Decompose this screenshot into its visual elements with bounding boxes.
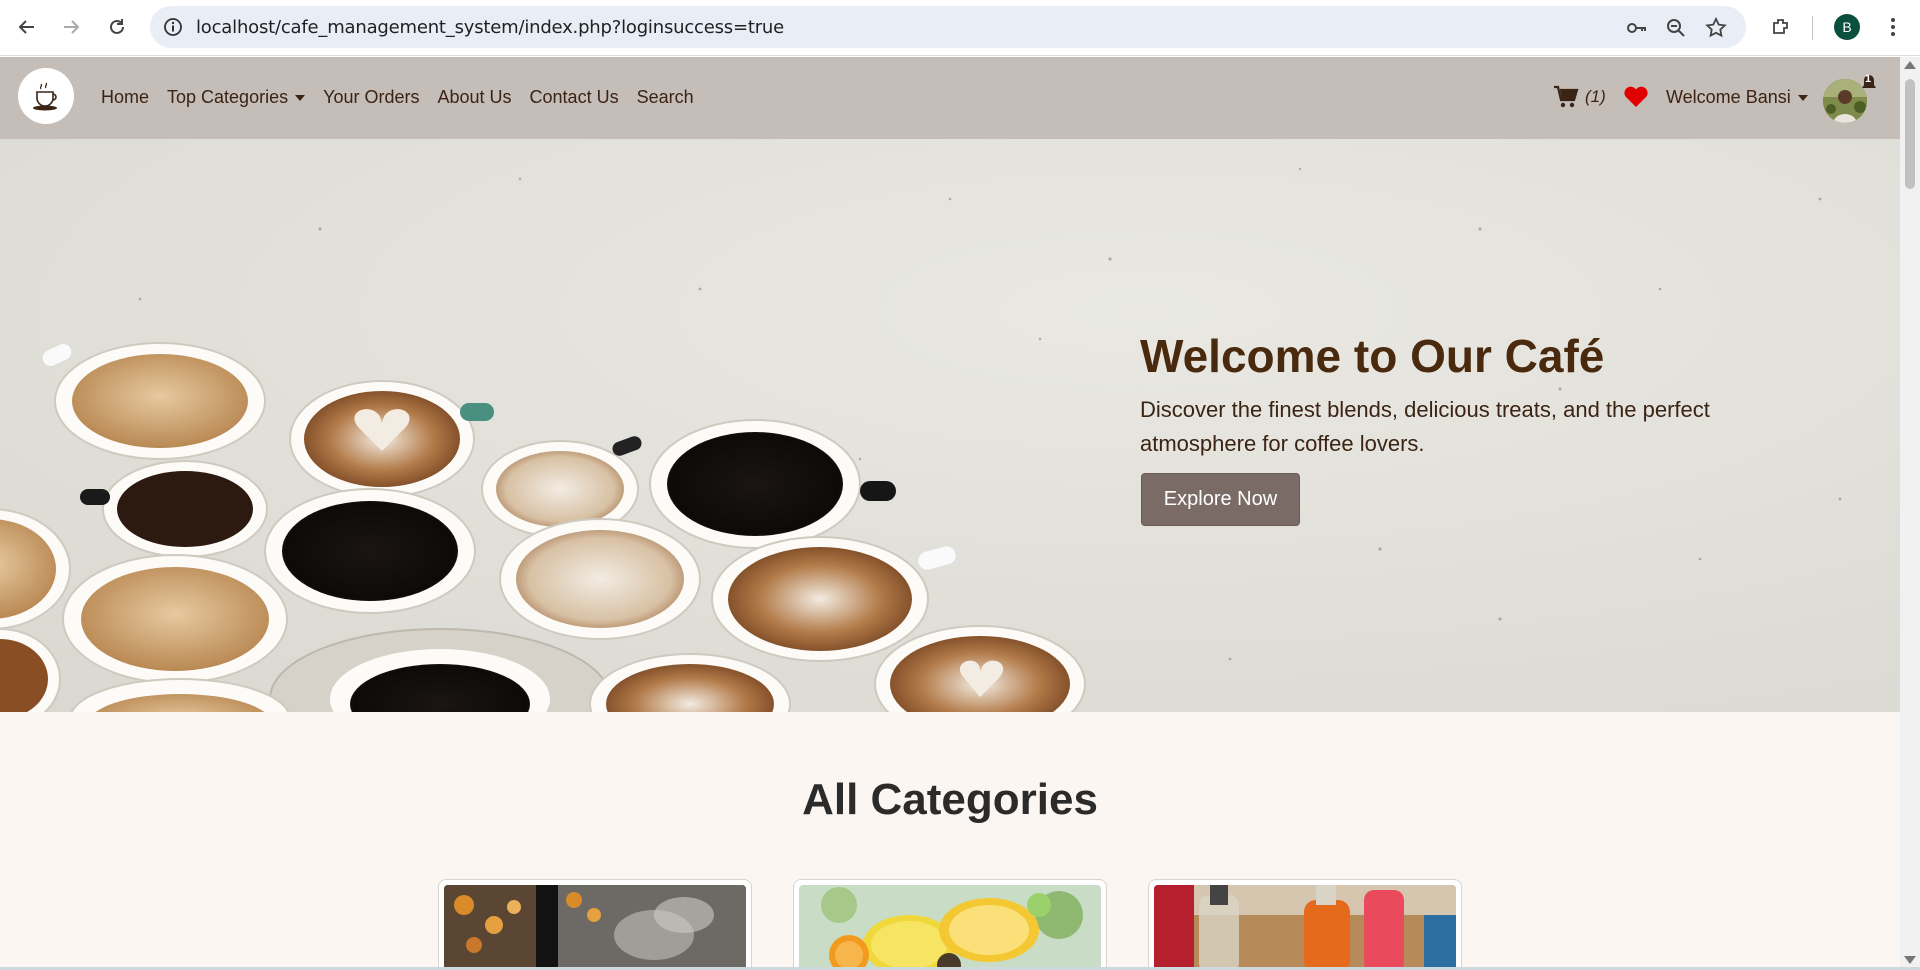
nav-top-categories-label: Top Categories (167, 87, 289, 107)
wishlist-heart-icon[interactable] (1623, 86, 1649, 113)
category-card[interactable] (438, 879, 752, 968)
profile-avatar[interactable]: B (1834, 14, 1860, 40)
page-viewport: Home Top Categories Your Orders About Us… (0, 57, 1900, 968)
cart-count: (1) (1585, 87, 1606, 106)
caret-down-icon (1797, 95, 1808, 102)
welcome-label: Welcome Bansi (1666, 87, 1791, 107)
nav-contact-us[interactable]: Contact Us (530, 87, 619, 108)
category-image-cold-drinks (1154, 885, 1456, 968)
category-card[interactable] (793, 879, 1107, 968)
bookmark-star-icon[interactable] (1704, 16, 1728, 40)
toolbar-divider (1812, 16, 1813, 40)
nav-search[interactable]: Search (637, 87, 694, 108)
page-scrollbar[interactable] (1900, 57, 1920, 968)
notification-badge[interactable]: 1 (1858, 71, 1880, 93)
hero-banner: Welcome to Our Café Discover the finest … (0, 139, 1900, 712)
site-navbar: Home Top Categories Your Orders About Us… (0, 57, 1900, 139)
category-card[interactable] (1148, 879, 1462, 968)
category-image-lemonade (799, 885, 1101, 968)
explore-now-button[interactable]: Explore Now (1141, 473, 1300, 526)
shopping-cart-icon (1554, 85, 1579, 108)
nav-home[interactable]: Home (101, 87, 149, 108)
nav-top-categories[interactable]: Top Categories (167, 87, 306, 108)
notification-count: 1 (1865, 73, 1872, 85)
scrollbar-thumb[interactable] (1905, 79, 1915, 189)
reload-icon[interactable] (102, 12, 132, 42)
coffee-cup-logo-icon (33, 82, 57, 111)
menu-kebab-icon[interactable] (1878, 12, 1908, 42)
address-bar[interactable]: localhost/cafe_management_system/index.p… (150, 6, 1746, 48)
categories-title: All Categories (802, 775, 1098, 824)
nav-your-orders[interactable]: Your Orders (323, 87, 419, 108)
forward-icon[interactable] (56, 12, 86, 42)
zoom-icon[interactable] (1664, 16, 1688, 40)
nav-about-us[interactable]: About Us (437, 87, 511, 108)
hero-subtitle: Discover the finest blends, delicious tr… (1140, 397, 1710, 456)
caret-down-icon (295, 95, 306, 102)
scroll-down-arrow-icon[interactable] (1904, 956, 1916, 964)
category-image-hot-drinks (444, 885, 746, 968)
password-key-icon[interactable] (1624, 16, 1648, 40)
hero-title: Welcome to Our Café (1140, 330, 1605, 382)
url-text[interactable]: localhost/cafe_management_system/index.p… (196, 17, 784, 38)
cafe-logo[interactable] (18, 68, 74, 124)
back-icon[interactable] (12, 12, 42, 42)
user-menu-dropdown[interactable]: Welcome Bansi (1666, 87, 1808, 108)
browser-toolbar: localhost/cafe_management_system/index.p… (0, 0, 1920, 56)
extensions-icon[interactable] (1766, 12, 1796, 42)
scroll-up-arrow-icon[interactable] (1904, 61, 1916, 69)
site-info-icon[interactable] (162, 16, 184, 38)
cart-link[interactable]: (1) (1553, 85, 1606, 109)
